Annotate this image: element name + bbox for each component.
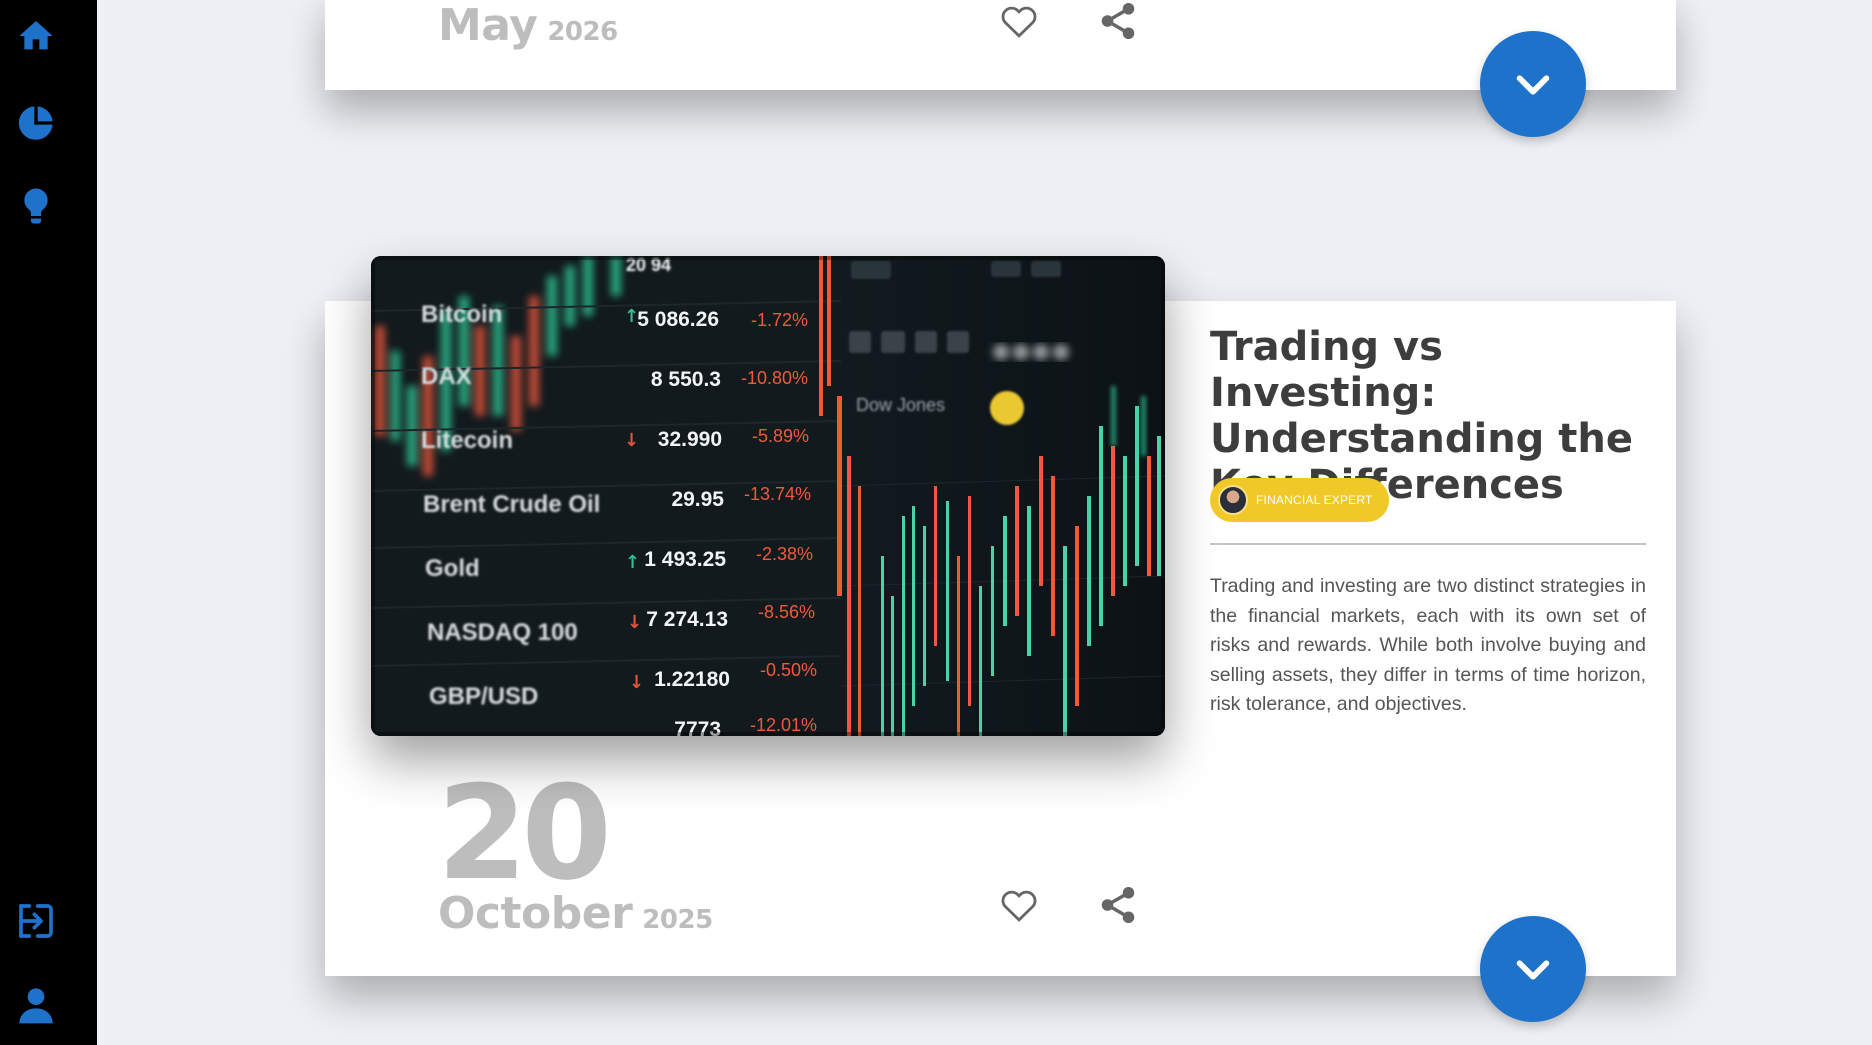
ticker-change: -2.38% [756,544,813,564]
author-badge[interactable]: FINANCIAL EXPERT [1210,478,1389,522]
post-year: 2026 [547,17,618,47]
sign-in-icon[interactable] [14,899,58,943]
ticker-name: Litecoin [421,427,513,454]
ticker-change: -0.50% [760,660,817,680]
sidebar [0,0,97,1045]
post-excerpt: Trading and investing are two distinct s… [1210,575,1646,715]
post-day: 20 [437,757,612,909]
ticker-value: 7 274.13 [646,608,728,631]
ticker-name: Gold [425,555,480,582]
ticker-value: 32.990 [658,428,722,451]
expand-button[interactable] [1480,31,1586,137]
share-icon[interactable] [1096,883,1140,927]
ticker-change: -13.74% [744,484,811,504]
like-heart-icon[interactable] [997,883,1041,927]
svg-text:↓: ↓ [629,672,644,693]
avatar [1218,485,1248,515]
pie-chart-icon[interactable] [14,101,58,145]
post-date: May 2026 [438,0,618,51]
svg-text:↓: ↓ [627,612,642,633]
post-month: October [438,888,633,939]
svg-text:↓: ↓ [624,430,639,451]
ticker-value: 5 086.26 [637,308,719,331]
ticker-change: -8.56% [758,602,815,622]
author-role: FINANCIAL EXPERT [1256,493,1373,507]
like-heart-icon[interactable] [997,0,1041,43]
svg-text:↑: ↑ [625,552,640,573]
ticker-name: GBP/USD [429,683,538,710]
ticker-value: 29.95 [671,488,724,511]
chart-label: Dow Jones [856,395,945,415]
ticker-value: 1.22180 [654,668,730,691]
divider [1210,543,1646,545]
ticker-value: 1 493.25 [644,548,726,571]
post-date: October 2025 [438,888,713,939]
post-image[interactable]: Bitcoin DAX Litecoin Brent Crude Oil Gol… [371,256,1165,736]
expand-button[interactable] [1480,916,1586,1022]
ticker-change: -10.80% [741,368,808,388]
share-icon[interactable] [1096,0,1140,43]
ticker-name: DAX [421,363,472,390]
post-month: May [438,0,538,51]
ticker-name: Bitcoin [421,301,502,328]
ticker-change: -5.89% [752,426,809,446]
stock-board-illustration: Bitcoin DAX Litecoin Brent Crude Oil Gol… [371,256,1165,736]
post-year: 2025 [642,905,713,935]
post-card-previous: May 2026 [325,0,1676,137]
user-icon[interactable] [14,983,58,1027]
ticker-value: 8 550.3 [651,368,721,391]
ticker-name: Brent Crude Oil [423,491,600,518]
ticker-name: NASDAQ 100 [427,619,578,646]
home-icon[interactable] [14,14,58,58]
ticker-change: -1.72% [751,310,808,330]
lightbulb-icon[interactable] [14,184,58,228]
